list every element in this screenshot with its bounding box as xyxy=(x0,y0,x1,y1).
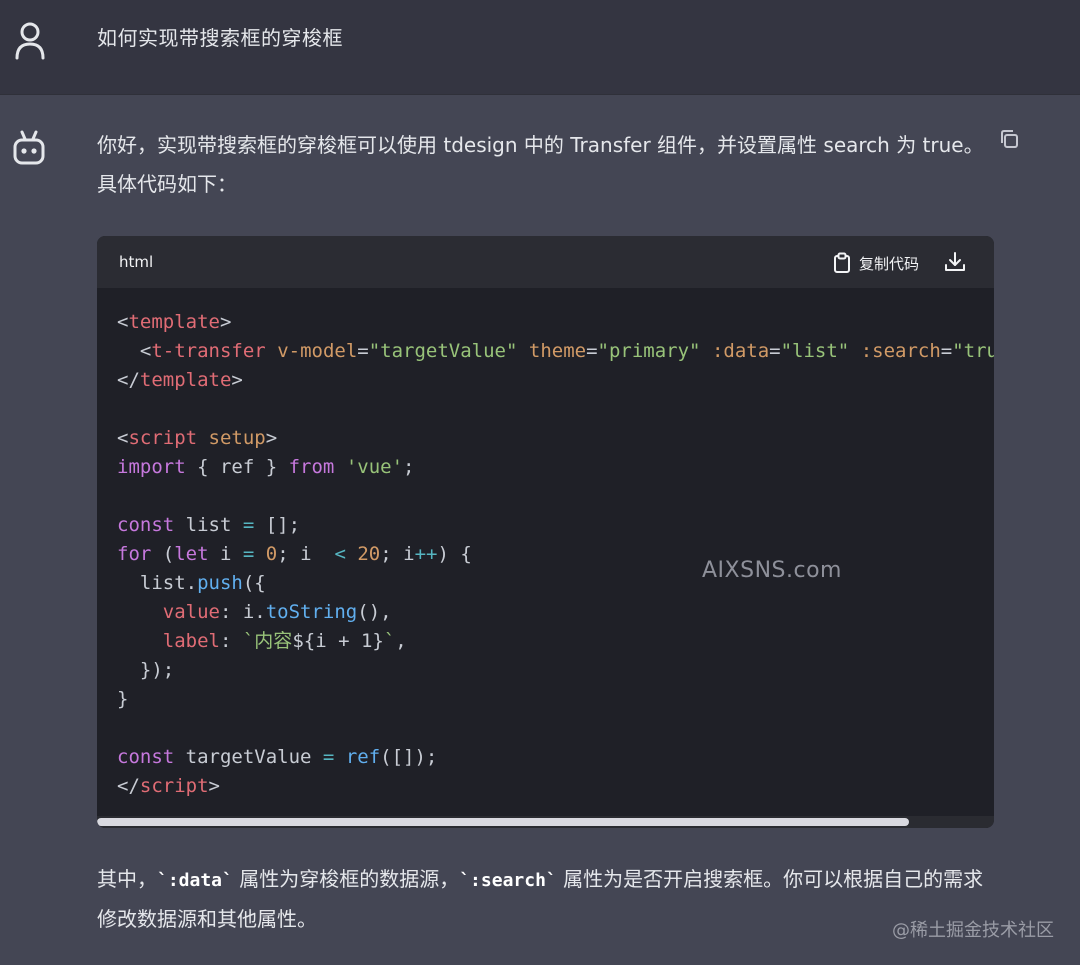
code-line: </template> xyxy=(117,369,243,391)
code-line: for (let i = 0; i < 20; i++) { xyxy=(117,543,472,565)
code-line: label: `内容${i + 1}`, xyxy=(162,630,407,652)
code-body: <template> <t-transfer v-model="targetVa… xyxy=(97,288,994,828)
inline-code-data: `:data` xyxy=(157,870,233,891)
code-line: list.push({ xyxy=(117,572,266,594)
code-line: </script> xyxy=(117,775,220,797)
code-content: <template> <t-transfer v-model="targetVa… xyxy=(117,308,994,801)
corner-watermark: @稀土掘金技术社区 xyxy=(892,920,1054,941)
code-line: <t-transfer v-model="targetValue" theme=… xyxy=(139,340,994,362)
code-block-header: html 复制代码 xyxy=(97,236,994,288)
code-line: const list = []; xyxy=(117,514,301,536)
user-message-text: 如何实现带搜索框的穿梭框 xyxy=(97,26,343,50)
robot-icon xyxy=(13,130,45,165)
code-language-label: html xyxy=(119,253,154,271)
copy-icon[interactable] xyxy=(998,128,1020,150)
code-block: html 复制代码 <template> <t-transfer v-model… xyxy=(97,236,994,828)
code-line: value: i.toString(), xyxy=(162,601,392,623)
assistant-intro-text: 你好，实现带搜索框的穿梭框可以使用 tdesign 中的 Transfer 组件… xyxy=(97,133,984,196)
download-icon[interactable] xyxy=(943,250,967,274)
user-message-row: 如何实现带搜索框的穿梭框 xyxy=(0,0,1080,95)
inline-code-search: `:search` xyxy=(459,870,557,891)
code-line: const targetValue = ref([]); xyxy=(117,746,438,768)
assistant-outro-text: 其中，`:data` 属性为穿梭框的数据源，`:search` 属性为是否开启搜… xyxy=(97,867,984,931)
center-watermark: AIXSNS.com xyxy=(702,558,842,583)
code-line: <script setup> xyxy=(117,427,278,449)
copy-code-button[interactable]: 复制代码 xyxy=(833,250,919,276)
code-line: }); xyxy=(117,659,175,681)
horizontal-scrollbar-thumb[interactable] xyxy=(97,818,909,826)
code-line: import { ref } from 'vue'; xyxy=(117,456,415,478)
clipboard-icon xyxy=(834,252,850,273)
user-icon xyxy=(15,22,45,60)
copy-code-label: 复制代码 xyxy=(859,254,920,273)
code-line: <template> xyxy=(117,311,232,333)
code-line: } xyxy=(117,688,129,710)
